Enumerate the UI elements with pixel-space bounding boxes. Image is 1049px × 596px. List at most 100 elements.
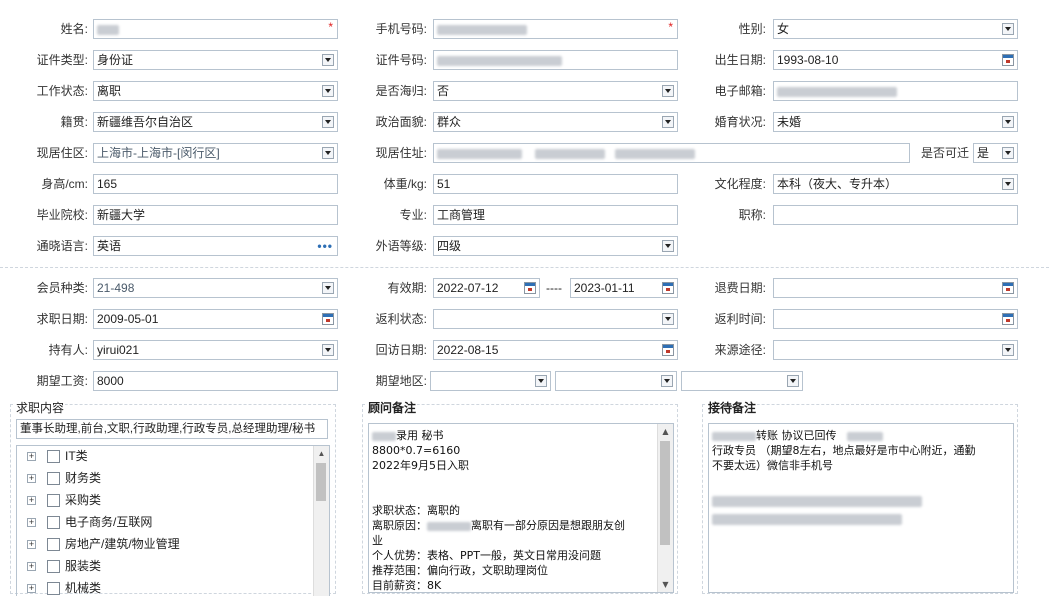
title-input[interactable] xyxy=(773,205,1018,225)
chevron-down-icon[interactable] xyxy=(787,375,799,387)
chevron-down-icon[interactable] xyxy=(1002,178,1014,190)
name-input[interactable]: * xyxy=(93,19,338,39)
chevron-down-icon[interactable] xyxy=(662,116,674,128)
checkbox[interactable] xyxy=(47,450,60,463)
birth-date-input[interactable]: 1993-08-10 xyxy=(773,50,1018,70)
political-select[interactable]: 群众 xyxy=(433,112,678,132)
region-city-select[interactable] xyxy=(555,371,677,391)
education-select[interactable]: 本科（夜大、专升本） xyxy=(773,174,1018,194)
name-label: 姓名: xyxy=(60,22,88,36)
calendar-icon[interactable] xyxy=(662,344,674,356)
expand-icon[interactable]: + xyxy=(27,518,36,527)
chevron-down-icon[interactable] xyxy=(535,375,547,387)
expand-icon[interactable]: + xyxy=(27,584,36,593)
expand-icon[interactable]: + xyxy=(27,452,36,461)
work-status-select[interactable]: 离职 xyxy=(93,81,338,101)
chevron-down-icon[interactable] xyxy=(1002,23,1014,35)
chevron-down-icon[interactable] xyxy=(322,147,334,159)
job-date-input[interactable]: 2009-05-01 xyxy=(93,309,338,329)
salary-input[interactable]: 8000 xyxy=(93,371,338,391)
required-mark: * xyxy=(328,20,333,34)
checkbox[interactable] xyxy=(47,538,60,551)
chevron-down-icon[interactable] xyxy=(322,282,334,294)
source-select[interactable] xyxy=(773,340,1018,360)
idno-input[interactable] xyxy=(433,50,678,70)
school-input[interactable]: 新疆大学 xyxy=(93,205,338,225)
chevron-down-icon[interactable] xyxy=(322,85,334,97)
chevron-down-icon[interactable] xyxy=(662,240,674,252)
note-line: 业 xyxy=(372,534,383,547)
scroll-up-icon[interactable]: ▲ xyxy=(314,446,329,461)
job-content-panel: 求职内容 董事长助理,前台,文职,行政助理,行政专员,总经理助理/秘书 ▲ + I… xyxy=(10,399,336,596)
expand-icon[interactable]: + xyxy=(27,496,36,505)
language-input[interactable]: 英语 ••• xyxy=(93,236,338,256)
expand-icon[interactable]: + xyxy=(27,474,36,483)
marital-select[interactable]: 未婚 xyxy=(773,112,1018,132)
weight-input[interactable]: 51 xyxy=(433,174,678,194)
checkbox[interactable] xyxy=(47,560,60,573)
calendar-icon[interactable] xyxy=(1002,54,1014,66)
calendar-icon[interactable] xyxy=(322,313,334,325)
gender-label: 性别: xyxy=(738,22,766,36)
scroll-thumb[interactable] xyxy=(316,463,326,501)
checkbox[interactable] xyxy=(47,582,60,595)
holder-select[interactable]: yirui021 xyxy=(93,340,338,360)
scroll-thumb[interactable] xyxy=(660,441,670,545)
chevron-down-icon[interactable] xyxy=(662,313,674,325)
valid-from-input[interactable]: 2022-07-12 xyxy=(433,278,540,298)
relocate-value: 是 xyxy=(977,146,990,160)
chevron-down-icon[interactable] xyxy=(1002,116,1014,128)
redacted-text xyxy=(712,513,902,525)
calendar-icon[interactable] xyxy=(524,282,536,294)
foreign-level-select[interactable]: 四级 xyxy=(433,236,678,256)
native-select[interactable]: 新疆维吾尔自治区 xyxy=(93,112,338,132)
advisor-note-textarea[interactable]: 录用 秘书 8800*0.7=6160 2022年9月5日入职 求职状态：离职的… xyxy=(368,423,674,593)
valid-to-input[interactable]: 2023-01-11 xyxy=(570,278,678,298)
chevron-down-icon[interactable] xyxy=(322,344,334,356)
member-type-select[interactable]: 21-498 xyxy=(93,278,338,298)
gender-select[interactable]: 女 xyxy=(773,19,1018,39)
phone-input[interactable]: * xyxy=(433,19,678,39)
calendar-icon[interactable] xyxy=(662,282,674,294)
checkbox[interactable] xyxy=(47,472,60,485)
address-input[interactable] xyxy=(433,143,910,163)
marital-label: 婚育状况: xyxy=(714,115,766,129)
chevron-down-icon[interactable] xyxy=(1002,344,1014,356)
expand-icon[interactable]: + xyxy=(27,562,36,571)
rebate-status-select[interactable] xyxy=(433,309,678,329)
relocate-label: 是否可迁 xyxy=(920,146,969,160)
idtype-select[interactable]: 身份证 xyxy=(93,50,338,70)
email-input[interactable] xyxy=(773,81,1018,101)
region-province-select[interactable] xyxy=(430,371,551,391)
checkbox[interactable] xyxy=(47,494,60,507)
chevron-down-icon[interactable] xyxy=(662,85,674,97)
reception-note-panel: 接待备注 转账 协议已回传 行政专员 （期望8左右，地点最好是市中心附近，通勤 … xyxy=(702,399,1018,594)
reception-note-textarea[interactable]: 转账 协议已回传 行政专员 （期望8左右，地点最好是市中心附近，通勤 不要太远）… xyxy=(708,423,1014,593)
refund-date-input[interactable] xyxy=(773,278,1018,298)
more-options-icon[interactable]: ••• xyxy=(317,237,333,255)
major-input[interactable]: 工商管理 xyxy=(433,205,678,225)
work-status-value: 离职 xyxy=(97,84,122,98)
checkbox[interactable] xyxy=(47,516,60,529)
rebate-time-input[interactable] xyxy=(773,309,1018,329)
scroll-down-icon[interactable]: ▼ xyxy=(658,577,673,592)
chevron-down-icon[interactable] xyxy=(1002,147,1014,159)
chevron-down-icon[interactable] xyxy=(661,375,673,387)
relocate-select[interactable]: 是 xyxy=(973,143,1018,163)
height-input[interactable]: 165 xyxy=(93,174,338,194)
advisor-note-scrollbar[interactable]: ▲ ▼ xyxy=(657,424,673,592)
chevron-down-icon[interactable] xyxy=(322,116,334,128)
calendar-icon[interactable] xyxy=(1002,282,1014,294)
visit-date-input[interactable]: 2022-08-15 xyxy=(433,340,678,360)
chevron-down-icon[interactable] xyxy=(322,54,334,66)
scroll-up-icon[interactable]: ▲ xyxy=(658,424,673,439)
region-district-select[interactable] xyxy=(681,371,803,391)
area-select[interactable]: 上海市-上海市-[闵行区] xyxy=(93,143,338,163)
expand-icon[interactable]: + xyxy=(27,540,36,549)
tree-scrollbar[interactable]: ▲ xyxy=(313,446,329,596)
job-summary-input[interactable]: 董事长助理,前台,文职,行政助理,行政专员,总经理助理/秘书 xyxy=(16,419,328,439)
calendar-icon[interactable] xyxy=(1002,313,1014,325)
area-value: 上海市-上海市-[闵行区] xyxy=(97,146,220,160)
overseas-select[interactable]: 否 xyxy=(433,81,678,101)
note-line: 个人优势：表格、PPT一般，英文日常用没问题 xyxy=(372,549,601,562)
